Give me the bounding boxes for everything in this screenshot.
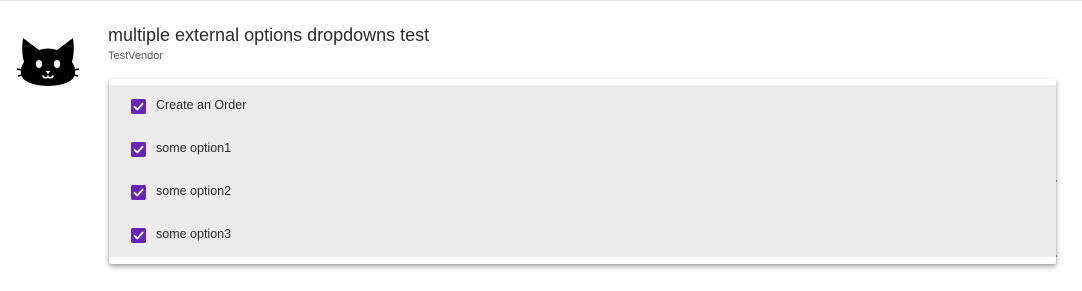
checkbox-checked-icon[interactable] bbox=[131, 228, 146, 243]
option-some-option1[interactable]: some option1 bbox=[109, 128, 1056, 171]
option-some-option2[interactable]: some option2 bbox=[109, 171, 1056, 214]
option-label: some option1 bbox=[156, 141, 232, 155]
checkbox-checked-icon[interactable] bbox=[131, 99, 146, 114]
top-divider bbox=[0, 0, 1082, 1]
underlying-field-edge bbox=[1056, 180, 1057, 182]
checkbox-checked-icon[interactable] bbox=[131, 185, 146, 200]
option-create-an-order[interactable]: Create an Order bbox=[109, 85, 1056, 128]
checkbox-checked-icon[interactable] bbox=[131, 142, 146, 157]
options-list: Create an Order some option1 some option… bbox=[109, 85, 1056, 257]
option-some-option3[interactable]: some option3 bbox=[109, 214, 1056, 257]
option-label: some option2 bbox=[156, 184, 232, 198]
underlying-field-edge bbox=[1056, 255, 1057, 257]
option-label: some option3 bbox=[156, 227, 232, 241]
page-title: multiple external options dropdowns test bbox=[108, 25, 430, 45]
option-label: Create an Order bbox=[156, 98, 247, 112]
vendor-name: TestVendor bbox=[108, 50, 164, 62]
options-dropdown-panel: Create an Order some option1 some option… bbox=[109, 79, 1056, 264]
cat-avatar-icon bbox=[17, 36, 79, 88]
